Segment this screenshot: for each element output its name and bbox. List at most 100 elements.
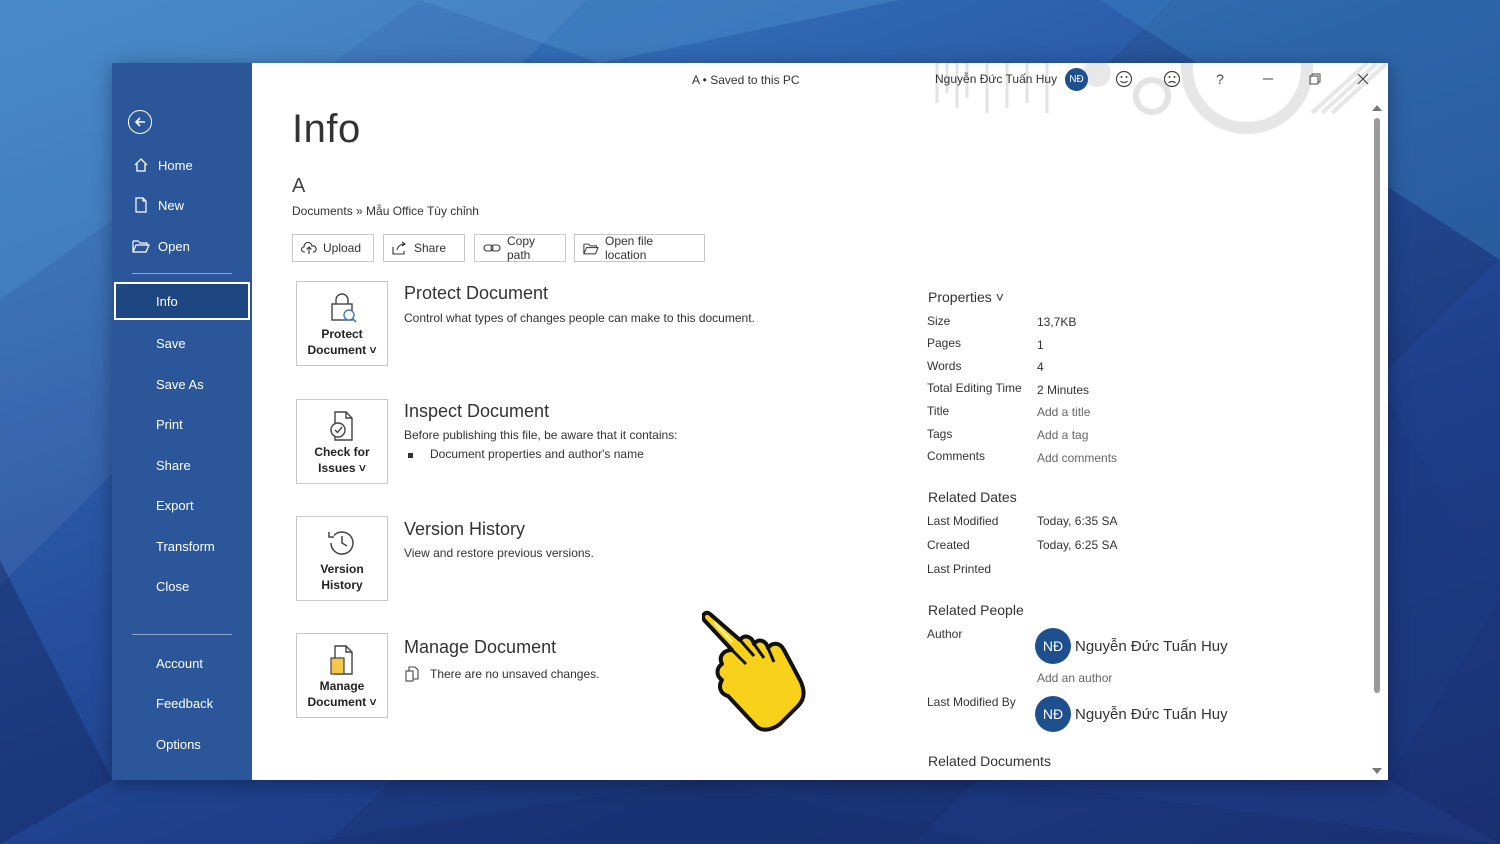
sidebar-item-label: New	[158, 197, 185, 213]
backstage-sidebar: Home New Open Info Save Save As Print Sh…	[112, 63, 252, 780]
user-name[interactable]: Nguyễn Đức Tuấn Huy	[935, 72, 1057, 86]
share-button[interactable]: Share	[383, 234, 465, 262]
help-icon[interactable]: ?	[1210, 69, 1230, 89]
scroll-down-arrow[interactable]	[1372, 768, 1382, 774]
close-icon[interactable]	[1353, 69, 1373, 89]
sidebar-item-options[interactable]: Options	[112, 725, 252, 763]
inspect-document-title: Inspect Document	[404, 401, 550, 421]
sidebar-item-share[interactable]: Share	[112, 446, 252, 484]
property-value: 1	[1037, 338, 1044, 352]
sidebar-item-label: Share	[156, 457, 191, 473]
sidebar-item-label: Save	[156, 335, 186, 351]
inspect-bullet: Document properties and author's name	[408, 447, 644, 461]
user-avatar[interactable]: NĐ	[1065, 68, 1088, 91]
scroll-thumb[interactable]	[1374, 118, 1380, 693]
last-modified-name: Nguyễn Đức Tuấn Huy	[1075, 705, 1228, 723]
sidebar-item-account[interactable]: Account	[112, 644, 252, 682]
last-modified-person[interactable]: NĐ Nguyễn Đức Tuấn Huy	[1035, 696, 1228, 732]
avatar: NĐ	[1035, 628, 1071, 664]
folder-open-icon	[132, 239, 150, 253]
sidebar-item-new[interactable]: New	[112, 186, 252, 224]
scroll-up-arrow[interactable]	[1372, 105, 1382, 111]
manage-document-desc: There are no unsaved changes.	[430, 667, 600, 681]
inspect-document-icon	[297, 410, 387, 444]
version-history-desc: View and restore previous versions.	[404, 546, 594, 560]
folder-open-icon	[583, 242, 599, 255]
tile-label: Version	[320, 562, 364, 576]
sidebar-divider	[132, 634, 232, 635]
related-people-header: Related People	[928, 602, 1024, 618]
manage-document-icon	[297, 644, 387, 678]
sidebar-item-transform[interactable]: Transform	[112, 527, 252, 565]
share-icon	[392, 241, 408, 255]
open-file-location-button[interactable]: Open file location	[574, 234, 705, 262]
tile-label: Document ˅	[307, 695, 377, 709]
link-icon	[483, 242, 501, 254]
scrollbar[interactable]	[1370, 103, 1384, 778]
sidebar-item-label: Print	[156, 416, 183, 432]
sidebar-item-label: Open	[158, 238, 190, 254]
related-documents-header: Related Documents	[928, 753, 1051, 769]
tile-label: Manage	[319, 679, 365, 693]
property-key: Words	[927, 359, 962, 373]
sidebar-item-export[interactable]: Export	[112, 486, 252, 524]
history-icon	[297, 527, 387, 561]
manage-document-title: Manage Document	[404, 637, 557, 657]
sidebar-item-save[interactable]: Save	[112, 324, 252, 362]
property-key: Last Modified	[927, 514, 999, 528]
author-name: Nguyễn Đức Tuấn Huy	[1075, 637, 1228, 655]
property-key: Total Editing Time	[927, 381, 1022, 395]
sidebar-item-close[interactable]: Close	[112, 567, 252, 605]
document-name: A	[292, 175, 306, 197]
properties-header[interactable]: Properties ˅	[928, 289, 1004, 305]
new-document-icon	[132, 197, 150, 213]
upload-button[interactable]: Upload	[292, 234, 374, 262]
sidebar-item-save-as[interactable]: Save As	[112, 365, 252, 403]
sidebar-item-label: Home	[158, 157, 193, 173]
sidebar-item-home[interactable]: Home	[112, 146, 252, 184]
page-title: Info	[292, 107, 361, 151]
protect-document-title: Protect Document	[404, 283, 549, 303]
title-field[interactable]: Add a title	[1037, 405, 1090, 419]
related-dates-header: Related Dates	[928, 489, 1017, 505]
sidebar-item-label: Options	[156, 736, 201, 752]
version-history-tile[interactable]: Version History	[296, 516, 388, 601]
sidebar-item-label: Export	[156, 497, 194, 513]
comments-field[interactable]: Add comments	[1037, 451, 1117, 465]
copy-path-label: Copy path	[507, 234, 536, 262]
breadcrumb[interactable]: Documents » Mẫu Office Tùy chỉnh	[292, 204, 479, 218]
property-key: Last Printed	[927, 562, 992, 576]
sidebar-item-print[interactable]: Print	[112, 405, 252, 443]
restore-icon[interactable]	[1305, 69, 1325, 89]
smile-icon[interactable]	[1114, 69, 1134, 89]
pointing-hand-icon	[702, 610, 806, 732]
tile-label: History	[321, 578, 363, 592]
protect-document-tile[interactable]: Protect Document ˅	[296, 281, 388, 366]
version-history-title: Version History	[404, 519, 526, 539]
manage-document-tile[interactable]: Manage Document ˅	[296, 633, 388, 718]
back-button[interactable]	[128, 110, 152, 134]
check-for-issues-tile[interactable]: Check for Issues ˅	[296, 399, 388, 484]
property-key: Tags	[927, 427, 953, 441]
protect-document-desc: Control what types of changes people can…	[404, 311, 755, 325]
minimize-icon[interactable]	[1258, 69, 1278, 89]
property-value: 2 Minutes	[1037, 383, 1090, 397]
sidebar-item-label: Transform	[156, 538, 215, 554]
inspect-bullet-text: Document properties and author's name	[430, 447, 644, 461]
sidebar-item-info[interactable]: Info	[114, 282, 250, 320]
copy-path-button[interactable]: Copy path	[474, 234, 566, 262]
property-key: Created	[927, 538, 970, 552]
sidebar-item-feedback[interactable]: Feedback	[112, 684, 252, 722]
author-person[interactable]: NĐ Nguyễn Đức Tuấn Huy	[1035, 628, 1228, 664]
sidebar-divider	[132, 273, 232, 274]
word-window: Home New Open Info Save Save As Print Sh…	[112, 63, 1388, 780]
property-value: 4	[1037, 360, 1044, 374]
tile-label: Protect	[321, 327, 363, 341]
frown-icon[interactable]	[1162, 69, 1182, 89]
tags-field[interactable]: Add a tag	[1037, 428, 1088, 442]
sidebar-item-open[interactable]: Open	[112, 227, 252, 265]
document-copy-icon	[405, 666, 419, 687]
open-file-location-label: Open file location	[605, 234, 654, 262]
add-author-link[interactable]: Add an author	[1037, 671, 1112, 685]
property-value: 13,7KB	[1037, 315, 1077, 329]
